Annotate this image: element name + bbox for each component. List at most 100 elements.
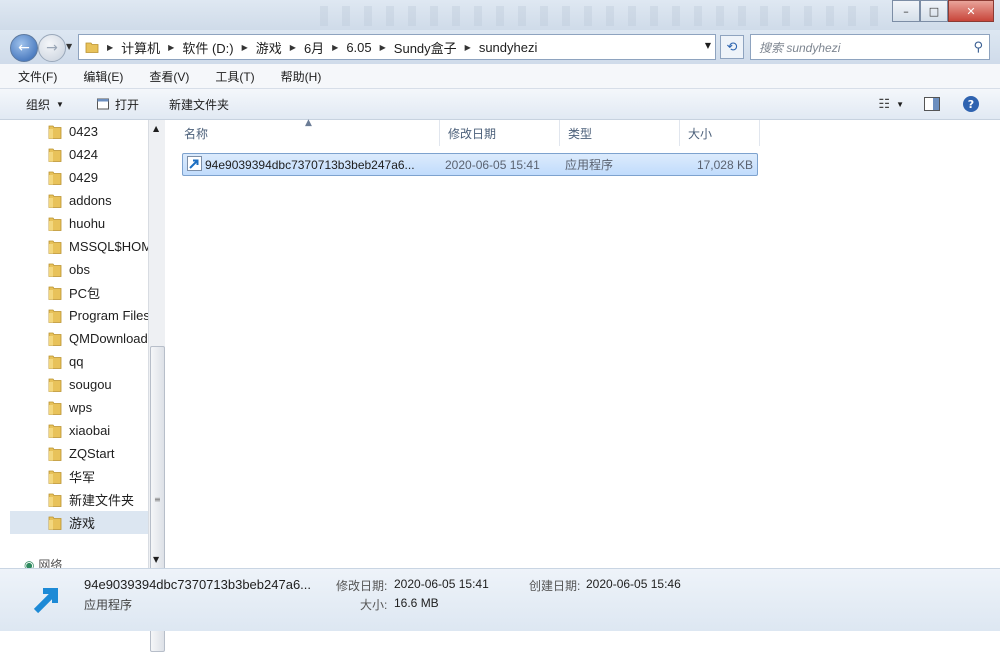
menu-tools[interactable]: 工具(T): [197, 68, 262, 85]
details-size-label: 大小:: [360, 598, 388, 612]
folder-icon: [48, 378, 62, 392]
column-name-label: 名称: [184, 126, 209, 141]
minimize-button[interactable]: –: [892, 0, 920, 22]
view-controls: ☷ ▼ ?: [872, 89, 1000, 119]
menu-file[interactable]: 文件(F): [0, 68, 65, 85]
sidebar-folder-item[interactable]: addons: [10, 189, 148, 212]
breadcrumb-item[interactable]: 6月: [304, 38, 324, 57]
column-header-name[interactable]: 名称: [176, 120, 440, 146]
search-box[interactable]: 搜索 sundyhezi ⚲: [750, 34, 990, 60]
breadcrumb-separator-icon[interactable]: ▶: [242, 43, 248, 52]
details-file-type: 应用程序: [84, 598, 133, 612]
folder-icon: [48, 516, 62, 530]
preview-pane-icon: [924, 97, 940, 111]
folder-icon: [48, 447, 62, 461]
sidebar-folder-item[interactable]: QMDownload: [10, 327, 148, 350]
shortcut-arrow-icon: [187, 156, 202, 171]
folder-icon: [48, 171, 62, 185]
maximize-button[interactable]: □: [920, 0, 948, 22]
sidebar-folder-item[interactable]: ZQStart: [10, 442, 148, 465]
navigation-bar: ← → ▼ ▶ 计算机 ▶ 软件 (D:) ▶ 游戏 ▶ 6月 ▶ 6.05 ▶ Sundy盒子 ▶ su…: [0, 30, 1000, 64]
sidebar-folder-item[interactable]: qq: [10, 350, 148, 373]
details-created-value: 2020-06-05 15:46: [586, 577, 681, 591]
table-row[interactable]: 94e9039394dbc7370713b3beb247a6... 2020-0…: [182, 153, 758, 176]
breadcrumb-item[interactable]: 计算机: [121, 38, 160, 57]
back-button[interactable]: ←: [10, 34, 38, 62]
menu-help[interactable]: 帮助(H): [263, 68, 330, 85]
details-created-label: 创建日期:: [529, 579, 581, 593]
folder-icon: [48, 217, 62, 231]
sidebar-folder-item[interactable]: huohu: [10, 212, 148, 235]
folder-icon: [48, 332, 62, 346]
breadcrumb-item[interactable]: 游戏: [256, 38, 282, 57]
scroll-up-icon[interactable]: ▲: [153, 124, 159, 133]
change-view-button[interactable]: ☷ ▼: [872, 96, 910, 112]
new-folder-button[interactable]: 新建文件夹: [163, 96, 235, 113]
organize-button[interactable]: 组织 ▼: [20, 96, 70, 113]
open-icon: [96, 98, 109, 110]
refresh-button[interactable]: ⟲: [720, 35, 744, 59]
forward-button[interactable]: →: [38, 34, 66, 62]
file-size: 17,028 KB: [696, 157, 753, 172]
folder-icon: [48, 263, 62, 277]
sidebar-folder-item[interactable]: obs: [10, 258, 148, 281]
menu-view[interactable]: 查看(V): [131, 68, 197, 85]
breadcrumb-separator-icon[interactable]: ▶: [168, 43, 174, 52]
menu-edit[interactable]: 编辑(E): [65, 68, 131, 85]
address-bar[interactable]: ▶ 计算机 ▶ 软件 (D:) ▶ 游戏 ▶ 6月 ▶ 6.05 ▶ Sundy盒子 ▶ sundyhez…: [78, 34, 716, 60]
chevron-down-icon: ▼: [896, 99, 904, 109]
navigation-pane: 0423 0424 0429 addons huohu MSSQL$HOM obs PC包 Pr…: [10, 120, 148, 568]
sidebar-folder-item[interactable]: 0424: [10, 143, 148, 166]
preview-pane-button[interactable]: [918, 97, 946, 111]
breadcrumb-separator-icon[interactable]: ▶: [107, 43, 113, 52]
sidebar-folder-item[interactable]: 新建文件夹: [10, 488, 148, 511]
breadcrumb-separator-icon[interactable]: ▶: [465, 43, 471, 52]
breadcrumb-separator-icon[interactable]: ▶: [332, 43, 338, 52]
sidebar-folder-label: QMDownload: [69, 331, 148, 346]
breadcrumb-item[interactable]: 软件 (D:): [182, 38, 233, 57]
column-header-type[interactable]: 类型: [560, 120, 680, 146]
search-icon[interactable]: ⚲: [973, 40, 983, 55]
sidebar-folder-label: Program Files: [69, 308, 148, 323]
sidebar-folder-item[interactable]: 0423: [10, 120, 148, 143]
column-date-label: 修改日期: [448, 126, 497, 141]
scroll-down-icon[interactable]: ▼: [153, 555, 159, 564]
sidebar-folder-item[interactable]: xiaobai: [10, 419, 148, 442]
chevron-down-icon: ▼: [56, 99, 64, 109]
column-type-label: 类型: [568, 126, 593, 141]
sidebar-folder-item[interactable]: Program Files: [10, 304, 148, 327]
sidebar-folder-item[interactable]: 0429: [10, 166, 148, 189]
navigation-scrollbar[interactable]: ▲ ≡ ▼: [148, 120, 165, 652]
folder-icon: [48, 194, 62, 208]
breadcrumb-item[interactable]: sundyhezi: [479, 40, 538, 55]
details-modified-label: 修改日期:: [336, 579, 388, 593]
column-header-date[interactable]: 修改日期: [440, 120, 560, 146]
sidebar-folder-item[interactable]: PC包: [10, 281, 148, 304]
breadcrumb-item[interactable]: 6.05: [346, 40, 371, 55]
breadcrumb-separator-icon[interactable]: ▶: [380, 43, 386, 52]
folder-icon: [48, 309, 62, 323]
column-size-label: 大小: [688, 126, 713, 141]
sidebar-folder-item[interactable]: sougou: [10, 373, 148, 396]
title-decoration: [320, 6, 880, 26]
details-view-icon: ☷: [878, 96, 891, 111]
refresh-icon: ⟲: [726, 39, 738, 55]
sidebar-folder-item[interactable]: wps: [10, 396, 148, 419]
sidebar-folder-label: qq: [69, 354, 84, 369]
close-button[interactable]: ✕: [948, 0, 994, 22]
column-header-size[interactable]: 大小: [680, 120, 760, 146]
open-button[interactable]: 打开: [90, 96, 145, 113]
history-dropdown-icon[interactable]: ▼: [66, 42, 72, 51]
sidebar-folder-item[interactable]: 华军: [10, 465, 148, 488]
breadcrumb-separator-icon[interactable]: ▶: [290, 43, 296, 52]
breadcrumb-item[interactable]: Sundy盒子: [394, 38, 457, 57]
search-input[interactable]: 搜索 sundyhezi: [759, 39, 973, 56]
back-arrow-icon: ←: [18, 40, 30, 56]
sidebar-folder-item[interactable]: MSSQL$HOM: [10, 235, 148, 258]
sidebar-folder-item[interactable]: 游戏: [10, 511, 148, 534]
forward-arrow-icon: →: [46, 40, 58, 56]
address-dropdown-icon[interactable]: ▼: [705, 41, 711, 50]
help-button[interactable]: ?: [956, 95, 986, 113]
folder-icon: [48, 424, 62, 438]
folder-icon: [48, 125, 62, 139]
